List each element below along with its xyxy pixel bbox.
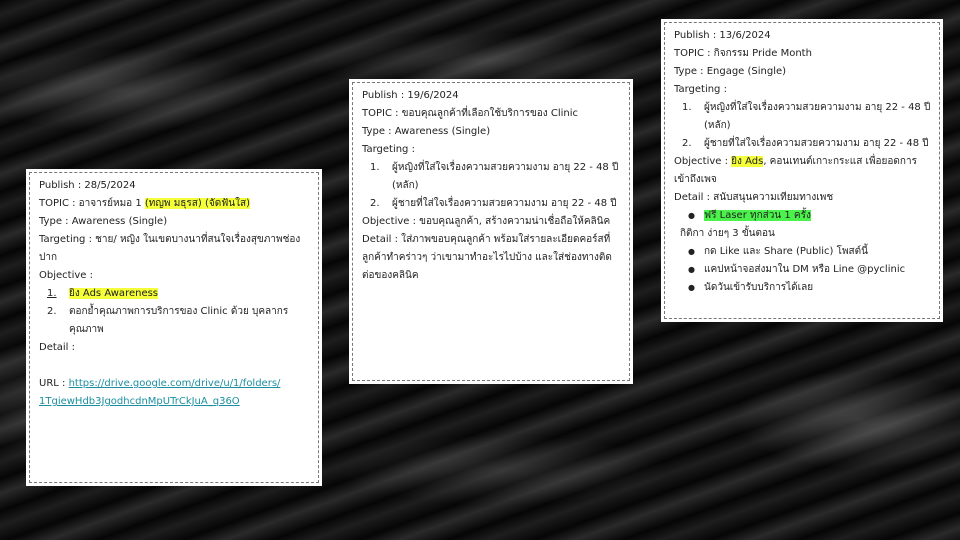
objective-highlight: ยิง Ads (731, 156, 764, 167)
card-dashed-frame: Publish : 13/6/2024 TOPIC : กิจกรรม Prid… (664, 22, 940, 319)
list-item: 1. ยิง Ads Awareness (39, 285, 310, 303)
publish-date: Publish : 19/6/2024 (362, 90, 459, 101)
drive-link-continued[interactable]: 1TgiewHdb3JgodhcdnMpUTrCkJuA_q36O (39, 396, 240, 407)
list-item: ● นัดวันเข้ารับบริการได้เลย (674, 279, 931, 297)
targeting-list: 1. ผู้หญิงที่ใส่ใจเรื่องความสวยความงาม อา… (674, 99, 931, 153)
list-number: 2. (370, 198, 380, 209)
url-row: URL : https://drive.google.com/drive/u/1… (39, 375, 310, 393)
list-text: ผู้หญิงที่ใส่ใจเรื่องความสวยความงาม อายุ… (704, 102, 931, 131)
step-text: กด Like และ Share (Public) โพสต์นี้ (704, 246, 868, 257)
detail: Detail : สนับสนุนความเทียมทางเพช (674, 192, 834, 203)
drive-link[interactable]: https://drive.google.com/drive/u/1/folde… (69, 378, 281, 389)
steps-list: ● กด Like และ Share (Public) โพสต์นี้ ● แค… (674, 243, 931, 297)
targeting-label: Targeting : (362, 144, 415, 155)
topic: TOPIC : อาจารย์หมอ 1 (ทญพ มธุรส) (จัดฟัน… (39, 195, 310, 213)
post-type: Type : Awareness (Single) (39, 216, 168, 227)
list-text: ผู้ชายที่ใส่ใจเรื่องความสวยความงาม อายุ … (704, 138, 929, 149)
list-number: 1. (682, 102, 692, 113)
rules-intro: กิติกา ง่ายๆ 3 ขั้นตอน (680, 228, 775, 239)
topic: TOPIC : กิจกรรม Pride Month (674, 48, 812, 59)
detail-label: Detail : (39, 342, 76, 353)
list-item: 2. ผู้ชายที่ใส่ใจเรื่องความสวยความงาม อาย… (362, 195, 621, 213)
list-item: 2. ตอกย้ำคุณภาพการบริการของ Clinic ด้วย บ… (39, 303, 310, 339)
list-item: ● แคปหน้าจอส่งมาใน DM หรือ Line @pyclinic (674, 261, 931, 279)
post-type: Type : Awareness (Single) (362, 126, 491, 137)
list-text: ตอกย้ำคุณภาพการบริการของ Clinic ด้วย บุค… (69, 306, 289, 335)
card-dashed-frame: Publish : 19/6/2024 TOPIC : ขอบคุณลูกค้า… (352, 82, 630, 381)
step-text: แคปหน้าจอส่งมาใน DM หรือ Line @pyclinic (704, 264, 906, 275)
targeting-label: Targeting : (674, 84, 727, 95)
bullet-icon: ● (688, 283, 695, 292)
step-text: นัดวันเข้ารับบริการได้เลย (704, 282, 814, 293)
bullet-icon: ● (688, 247, 695, 256)
list-item: ● กด Like และ Share (Public) โพสต์นี้ (674, 243, 931, 261)
topic-text: TOPIC : อาจารย์หมอ 1 (39, 198, 145, 209)
promo-highlight: ฟรี Laser ทุกส่วน 1 ครั้ง (704, 210, 811, 221)
content-brief-card-1: Publish : 28/5/2024 TOPIC : อาจารย์หมอ 1… (26, 169, 322, 486)
list-text: ผู้ชายที่ใส่ใจเรื่องความสวยความงาม อายุ … (392, 198, 617, 209)
objective-list: 1. ยิง Ads Awareness 2. ตอกย้ำคุณภาพการบริ… (39, 285, 310, 339)
list-item: ● ฟรี Laser ทุกส่วน 1 ครั้ง (674, 207, 931, 225)
topic-highlight: (ทญพ มธุรส) (จัดฟันใส) (144, 198, 250, 209)
url-label: URL : (39, 378, 69, 389)
bullet-icon: ● (688, 211, 695, 220)
publish-date: Publish : 13/6/2024 (674, 30, 771, 41)
promo-list: ● ฟรี Laser ทุกส่วน 1 ครั้ง (674, 207, 931, 225)
detail: Detail : ใส่ภาพขอบคุณลูกค้า พร้อมใส่รายล… (362, 234, 612, 281)
card-dashed-frame: Publish : 28/5/2024 TOPIC : อาจารย์หมอ 1… (29, 172, 319, 483)
targeting: Targeting : ชาย/ หญิง ในเขตบางนาที่สนใจเ… (39, 234, 301, 263)
objective: Objective : ขอบคุณลูกค้า, สร้างความน่าเช… (362, 216, 611, 227)
targeting-list: 1. ผู้หญิงที่ใส่ใจเรื่องความสวยความงาม อา… (362, 159, 621, 213)
objective: Objective : ยิง Ads, คอนเทนต์เกาะกระแส เ… (674, 153, 931, 189)
objective-label: Objective : (39, 270, 93, 281)
post-type: Type : Engage (Single) (674, 66, 787, 77)
list-number: 1. (370, 162, 380, 173)
list-item: 1. ผู้หญิงที่ใส่ใจเรื่องความสวยความงาม อา… (674, 99, 931, 135)
bullet-icon: ● (688, 265, 695, 274)
list-number: 1. (47, 288, 57, 299)
content-brief-card-2: Publish : 19/6/2024 TOPIC : ขอบคุณลูกค้า… (349, 79, 633, 384)
list-number: 2. (682, 138, 692, 149)
objective-text: Objective : (674, 156, 732, 167)
topic: TOPIC : ขอบคุณลูกค้าที่เลือกใช้บริการของ… (362, 108, 578, 119)
content-brief-card-3: Publish : 13/6/2024 TOPIC : กิจกรรม Prid… (661, 19, 943, 322)
list-number: 2. (47, 306, 57, 317)
list-text: ยิง Ads Awareness (69, 288, 159, 299)
list-item: 1. ผู้หญิงที่ใส่ใจเรื่องความสวยความงาม อา… (362, 159, 621, 195)
list-text: ผู้หญิงที่ใส่ใจเรื่องความสวยความงาม อายุ… (392, 162, 619, 191)
publish-date: Publish : 28/5/2024 (39, 180, 136, 191)
list-item: 2. ผู้ชายที่ใส่ใจเรื่องความสวยความงาม อาย… (674, 135, 931, 153)
